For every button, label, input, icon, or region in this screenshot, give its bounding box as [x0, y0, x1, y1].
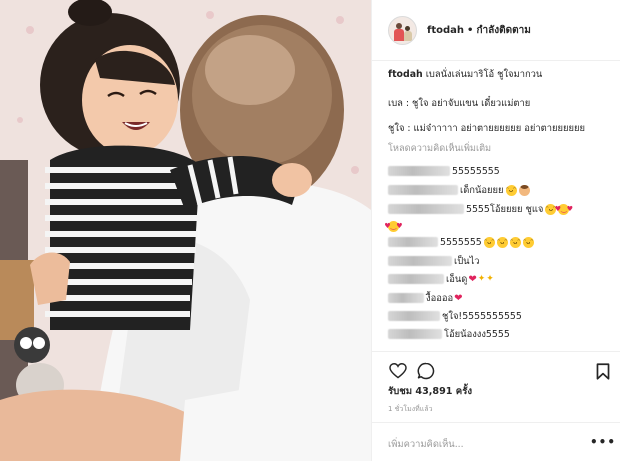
- header-separator: •: [467, 24, 474, 36]
- comment-item: 55555555: [388, 163, 500, 179]
- comment-text: เป็นไว: [454, 255, 480, 267]
- post-timestamp: 1 ชั่วโมงที่แล้ว: [388, 405, 433, 413]
- add-comment-bar: เพิ่มความคิดเห็น... •••: [372, 422, 620, 461]
- caption-line-3: ชูใจ : แม่จ๋าาาาา อย่าตายยยยยย อย่าตายยย…: [388, 123, 585, 134]
- comment-text: โอ้ยน้องงง5555: [444, 328, 510, 340]
- comment-text: งื้ออออ: [426, 292, 454, 304]
- comment-item: งื้ออออ ❤: [388, 290, 463, 306]
- header-username[interactable]: ftodah: [427, 25, 464, 36]
- post-side-panel: ftodah • กำลังติดตาม ftodah เบลนั่งเล่นมาริ…: [371, 0, 620, 461]
- instagram-post: ftodah • กำลังติดตาม ftodah เบลนั่งเล่นมาริ…: [0, 0, 620, 461]
- blurred-username: [388, 256, 452, 266]
- comment-item: ♥‿♥: [384, 218, 403, 234]
- comment-item: 5555555 ᵔᴗᵔ ᵔᴗᵔ ᵔᴗᵔ ᵔᴗᵔ: [388, 234, 534, 250]
- red-heart-icon: ❤: [454, 292, 463, 304]
- sparkle-icon: ✦: [477, 274, 486, 284]
- heart-outline-icon[interactable]: [388, 361, 408, 381]
- comment-item: เอ็นดู ❤ ✦ ✦: [388, 271, 494, 287]
- blurred-username: [388, 293, 424, 303]
- grinning-emoji-icon: ᵔᴗᵔ: [483, 236, 495, 248]
- blurred-username: [388, 274, 444, 284]
- comment-text: 5555โอ้ยยยย ชูแจ: [466, 203, 544, 215]
- add-comment-input[interactable]: เพิ่มความคิดเห็น...: [388, 437, 464, 452]
- comment-text: 55555555: [452, 165, 500, 177]
- photo-illustration: [0, 0, 371, 461]
- bookmark-icon[interactable]: [593, 361, 613, 381]
- comment-item: ชูใจ!5555555555: [388, 308, 522, 324]
- post-photo[interactable]: [0, 0, 371, 461]
- grinning-emoji-icon: ᵔᴗᵔ: [509, 236, 521, 248]
- comment-item: โอ้ยน้องงง5555: [388, 326, 510, 342]
- caption-line-2: เบล : ชูใจ อย่าจับแขน เดี๋ยวแม่ตาย: [388, 98, 531, 109]
- heart-eyes-emoji-icon: ♥‿♥: [384, 220, 403, 232]
- caption-line-1: เบลนั่งเล่นมาริโอ้ ชูใจมากวน: [425, 69, 543, 80]
- avatar[interactable]: [388, 15, 417, 45]
- action-icon-row: [388, 361, 613, 381]
- caption-username[interactable]: ftodah: [388, 69, 423, 80]
- blurred-username: [388, 329, 442, 339]
- heart-eyes-emoji-icon: ♥‿♥: [554, 203, 573, 215]
- comment-text: ชูใจ!5555555555: [442, 310, 522, 322]
- grinning-emoji-icon: ᵔᴗᵔ: [522, 236, 534, 248]
- load-more-comments-link[interactable]: โหลดความคิดเห็นเพิ่มเติม: [388, 142, 491, 156]
- sparkle-icon: ✦: [486, 274, 494, 284]
- more-options-icon[interactable]: •••: [590, 434, 615, 450]
- comment-item: เด็กน้อยยย ᵔᴗᵔ: [388, 182, 530, 198]
- blurred-username: [388, 311, 440, 321]
- blurred-username: [388, 166, 450, 176]
- comment-text: เด็กน้อยยย: [460, 184, 504, 196]
- red-heart-icon: ❤: [468, 273, 477, 285]
- blurred-username: [388, 237, 438, 247]
- follow-status-button[interactable]: กำลังติดตาม: [476, 25, 530, 36]
- post-actions: รับชม 43,891 ครั้ง 1 ชั่วโมงที่แล้ว เพิ่…: [372, 351, 620, 461]
- blurred-username: [388, 185, 458, 195]
- grinning-emoji-icon: ᵔᴗᵔ: [505, 184, 517, 196]
- comment-item: 5555โอ้ยยยย ชูแจ ᵔᴗᵔ ♥‿♥: [388, 201, 573, 217]
- comment-bubble-icon[interactable]: [416, 361, 436, 381]
- comment-text: เอ็นดู: [446, 273, 468, 285]
- woman-emoji-icon: [518, 184, 530, 196]
- comment-item: เป็นไว: [388, 253, 480, 269]
- view-count[interactable]: รับชม 43,891 ครั้ง: [388, 384, 472, 399]
- blurred-username: [388, 204, 464, 214]
- comment-text: 5555555: [440, 236, 482, 248]
- post-header: ftodah • กำลังติดตาม: [372, 0, 620, 61]
- grinning-emoji-icon: ᵔᴗᵔ: [496, 236, 508, 248]
